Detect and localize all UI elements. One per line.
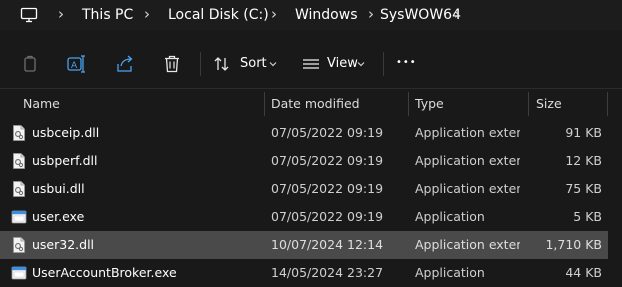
breadcrumb-this-pc[interactable]: This PC (82, 0, 133, 30)
file-size: 75 KB (565, 181, 602, 196)
view-icon (301, 51, 321, 81)
table-row[interactable]: user32.dll 10/07/2024 12:14 Application … (0, 231, 608, 259)
table-row[interactable]: UserAccountBroker.exe 14/05/2024 23:27 A… (0, 259, 608, 287)
chevron-down-icon (356, 51, 366, 81)
dll-file-icon (11, 124, 27, 142)
column-header-row: Name Date modified Type Size (0, 89, 622, 119)
table-row[interactable]: user.exe 07/05/2022 09:19 Application 5 … (0, 203, 608, 231)
file-size: 44 KB (565, 265, 602, 280)
column-header-type[interactable]: Type (415, 89, 444, 119)
breadcrumb-separator[interactable]: › (271, 0, 277, 30)
breadcrumb-separator[interactable]: › (58, 0, 64, 30)
breadcrumb-windows[interactable]: Windows (295, 0, 358, 30)
column-resize-handle[interactable] (408, 92, 409, 116)
file-name: usbperf.dll (32, 153, 98, 168)
file-date-modified: 07/05/2022 09:19 (271, 153, 384, 168)
file-date-modified: 07/05/2022 09:19 (271, 125, 384, 140)
file-name: usbui.dll (32, 181, 85, 196)
column-header-date[interactable]: Date modified (271, 89, 360, 119)
file-date-modified: 10/07/2024 12:14 (271, 237, 384, 252)
file-type: Application exten... (415, 153, 520, 168)
file-name: usbceip.dll (32, 125, 100, 140)
toolbar-divider (383, 52, 384, 76)
command-toolbar: A Sort View ••• (0, 40, 622, 89)
file-type: Application (415, 265, 485, 280)
file-name: user.exe (32, 209, 85, 224)
column-header-name[interactable]: Name (23, 89, 60, 119)
column-resize-handle[interactable] (264, 92, 265, 116)
column-resize-handle[interactable] (528, 92, 529, 116)
breadcrumb-local-disk[interactable]: Local Disk (C:) (168, 0, 269, 30)
copy-icon[interactable] (17, 51, 43, 77)
sort-icon (212, 51, 232, 81)
file-date-modified: 14/05/2024 23:27 (271, 265, 384, 280)
chevron-down-icon (268, 51, 278, 81)
monitor-icon[interactable] (19, 5, 39, 25)
view-button[interactable]: View (301, 51, 371, 77)
file-date-modified: 07/05/2022 09:19 (271, 209, 384, 224)
dll-file-icon (11, 152, 27, 170)
breadcrumb: › This PC › Local Disk (C:) › Windows › … (0, 0, 622, 30)
exe-file-icon (11, 264, 27, 282)
file-size: 5 KB (573, 209, 602, 224)
breadcrumb-separator[interactable]: › (368, 0, 374, 30)
svg-text:A: A (71, 61, 78, 71)
breadcrumb-separator[interactable]: › (144, 0, 150, 30)
file-size: 12 KB (565, 153, 602, 168)
table-row[interactable]: usbui.dll 07/05/2022 09:19 Application e… (0, 175, 608, 203)
sort-button[interactable]: Sort (212, 51, 282, 77)
more-options-button[interactable]: ••• (396, 51, 420, 77)
share-icon[interactable] (112, 51, 138, 77)
file-name: UserAccountBroker.exe (32, 265, 177, 280)
delete-icon[interactable] (159, 51, 185, 77)
toolbar-divider (200, 52, 201, 76)
file-type: Application (415, 209, 485, 224)
dll-file-icon (11, 236, 27, 254)
more-icon: ••• (396, 57, 417, 68)
file-size: 91 KB (565, 125, 602, 140)
dll-file-icon (11, 180, 27, 198)
file-date-modified: 07/05/2022 09:19 (271, 181, 384, 196)
view-label: View (327, 56, 358, 71)
breadcrumb-syswow64[interactable]: SysWOW64 (380, 0, 461, 30)
rename-icon[interactable]: A (63, 51, 89, 77)
column-header-size[interactable]: Size (536, 89, 562, 119)
table-row[interactable]: usbperf.dll 07/05/2022 09:19 Application… (0, 147, 608, 175)
file-name: user32.dll (32, 237, 95, 252)
file-type: Application exten... (415, 237, 520, 252)
column-resize-handle[interactable] (607, 92, 608, 116)
table-row[interactable]: usbceip.dll 07/05/2022 09:19 Application… (0, 119, 608, 147)
file-size: 1,710 KB (545, 237, 602, 252)
file-type: Application exten... (415, 181, 520, 196)
file-type: Application exten... (415, 125, 520, 140)
exe-file-icon (11, 208, 27, 226)
breadcrumb-separator[interactable]: › (454, 0, 460, 30)
sort-label: Sort (240, 56, 267, 71)
